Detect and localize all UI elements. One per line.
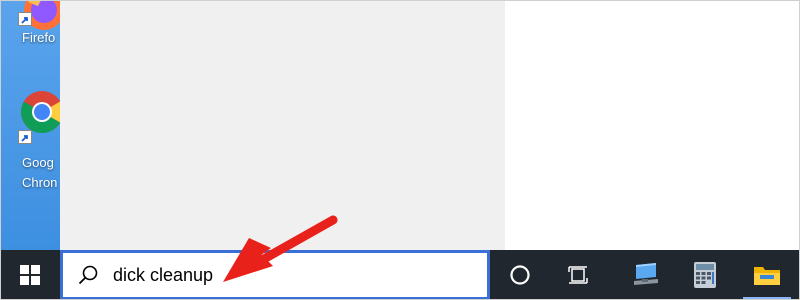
desktop-icon-google-chrome[interactable]: Goog Chron [0,85,60,190]
shortcut-arrow-icon [18,12,32,26]
start-button[interactable] [0,250,60,300]
desktop-icon-firefox[interactable]: Firefo [0,0,60,60]
annotation-arrow-icon [223,215,338,282]
search-preview-pane [505,0,800,250]
search-icon-wrapper [63,253,113,297]
windows-logo-icon [20,265,40,285]
shortcut-arrow-icon [18,130,32,144]
this-pc-button[interactable] [615,250,675,300]
task-view-icon [568,266,588,284]
desktop-icon-label: Firefo [22,30,56,45]
chrome-icon [20,91,60,134]
cortana-icon [510,265,530,285]
file-explorer-button[interactable] [737,250,797,300]
desktop-icon-label-line2: Chron [22,175,58,190]
desktop: Firefo Goog Chron [0,0,60,250]
calculator-button[interactable] [675,250,735,300]
computer-icon [634,263,658,285]
search-icon [78,265,98,285]
calculator-icon [694,262,716,288]
task-view-button[interactable] [548,250,608,300]
file-explorer-icon [754,267,780,285]
cortana-button[interactable] [490,250,550,300]
taskbar [0,250,800,300]
